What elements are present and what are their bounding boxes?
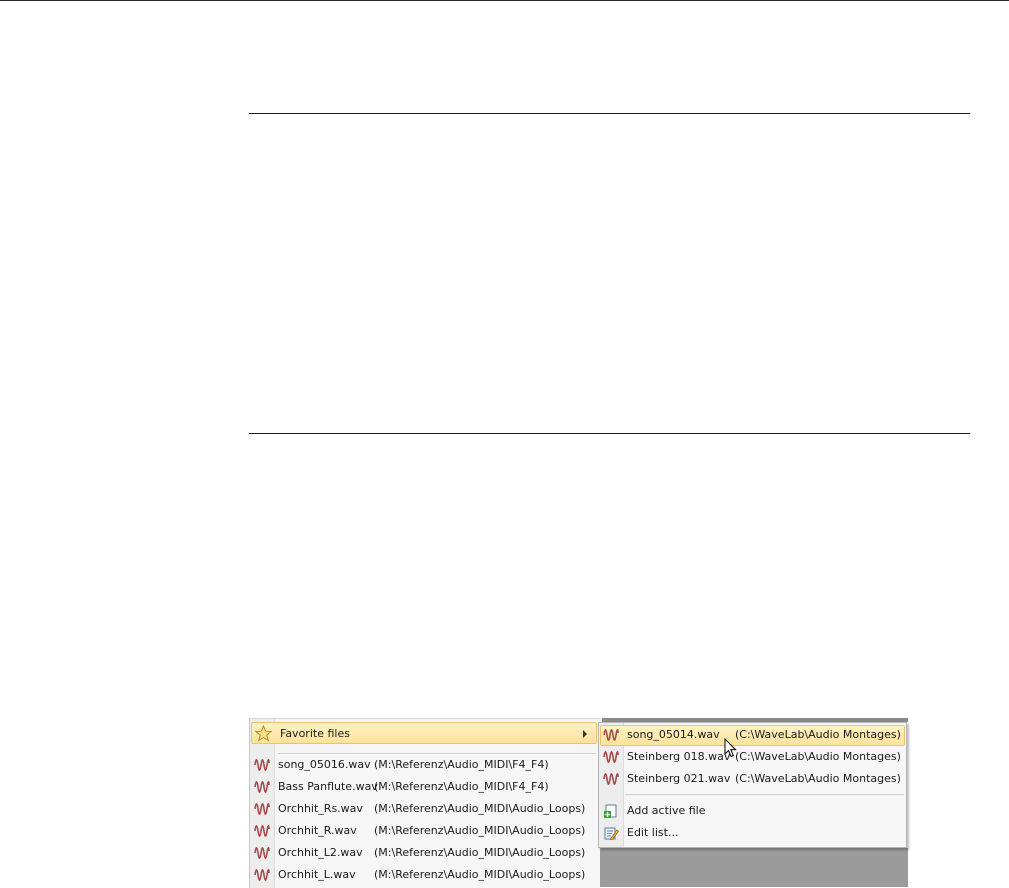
edit-list-label: Edit list... xyxy=(627,826,679,839)
submenu-arrow-icon xyxy=(583,730,587,738)
star-icon xyxy=(255,725,272,742)
file-name: Steinberg 018.wav xyxy=(627,750,731,763)
file-path: (M:\Referenz\Audio_MIDI\F4_F4) xyxy=(374,758,549,771)
file-path: (M:\Referenz\Audio_MIDI\Audio_Loops) xyxy=(374,802,586,815)
favorite-files-label: Favorite files xyxy=(280,727,350,740)
waveform-icon xyxy=(603,750,619,764)
section-rule-upper xyxy=(249,113,970,114)
file-name: Steinberg 021.wav xyxy=(627,772,731,785)
file-name: Orchhit_L.wav xyxy=(278,868,356,881)
recent-files-menu: Favorite files song_05016.wav (M:\Refere… xyxy=(249,718,601,888)
recent-file-item[interactable]: Orchhit_L.wav (M:\Referenz\Audio_MIDI\Au… xyxy=(250,864,590,886)
file-path: (M:\Referenz\Audio_MIDI\Audio_Loops) xyxy=(374,824,586,837)
file-path: (M:\Referenz\Audio_MIDI\F4_F4) xyxy=(374,780,549,793)
file-path: (M:\Referenz\Audio_MIDI\Audio_Loops) xyxy=(374,846,586,859)
edit-list-icon xyxy=(604,827,619,840)
window-background-area xyxy=(600,848,908,887)
favorite-file-item[interactable]: Steinberg 018.wav (C:\WaveLab\Audio Mont… xyxy=(599,746,901,768)
page-top-rule xyxy=(0,0,1009,1)
waveform-icon xyxy=(603,772,619,786)
recent-file-item[interactable]: Orchhit_R.wav (M:\Referenz\Audio_MIDI\Au… xyxy=(250,820,590,842)
waveform-icon xyxy=(254,758,270,772)
favorite-file-item[interactable]: song_05014.wav (C:\WaveLab\Audio Montage… xyxy=(599,724,901,746)
file-name: Orchhit_Rs.wav xyxy=(278,802,363,815)
file-path: (C:\WaveLab\Audio Montages) xyxy=(735,728,901,741)
waveform-icon xyxy=(254,780,270,794)
waveform-icon xyxy=(254,802,270,816)
recent-file-item[interactable]: Bass Panflute.wav (M:\Referenz\Audio_MID… xyxy=(250,776,590,798)
add-active-file-item[interactable]: Add active file xyxy=(599,800,899,822)
favorite-files-menu-item[interactable]: Favorite files xyxy=(251,722,597,744)
waveform-icon xyxy=(603,728,619,742)
add-file-icon xyxy=(604,804,617,818)
file-name: song_05016.wav xyxy=(278,758,371,771)
favorite-file-item[interactable]: Steinberg 021.wav (C:\WaveLab\Audio Mont… xyxy=(599,768,901,790)
file-name: Bass Panflute.wav xyxy=(278,780,378,793)
file-path: (C:\WaveLab\Audio Montages) xyxy=(735,750,901,763)
recent-file-item[interactable]: Orchhit_Rs.wav (M:\Referenz\Audio_MIDI\A… xyxy=(250,798,590,820)
file-name: Orchhit_R.wav xyxy=(278,824,357,837)
waveform-icon xyxy=(254,824,270,838)
recent-file-item[interactable]: song_05016.wav (M:\Referenz\Audio_MIDI\F… xyxy=(250,754,590,776)
favorite-files-submenu: song_05014.wav (C:\WaveLab\Audio Montage… xyxy=(598,722,907,848)
mouse-cursor-icon xyxy=(724,738,737,758)
waveform-icon xyxy=(254,846,270,860)
file-name: Orchhit_L2.wav xyxy=(278,846,363,859)
file-name: song_05014.wav xyxy=(627,728,720,741)
recent-file-item[interactable]: Orchhit_L2.wav (M:\Referenz\Audio_MIDI\A… xyxy=(250,842,590,864)
file-path: (M:\Referenz\Audio_MIDI\Audio_Loops) xyxy=(374,868,586,881)
waveform-icon xyxy=(254,868,270,882)
edit-list-item[interactable]: Edit list... xyxy=(599,822,899,844)
submenu-separator xyxy=(625,794,904,795)
add-active-file-label: Add active file xyxy=(627,804,706,817)
section-rule-lower xyxy=(249,433,970,434)
file-path: (C:\WaveLab\Audio Montages) xyxy=(735,772,901,785)
